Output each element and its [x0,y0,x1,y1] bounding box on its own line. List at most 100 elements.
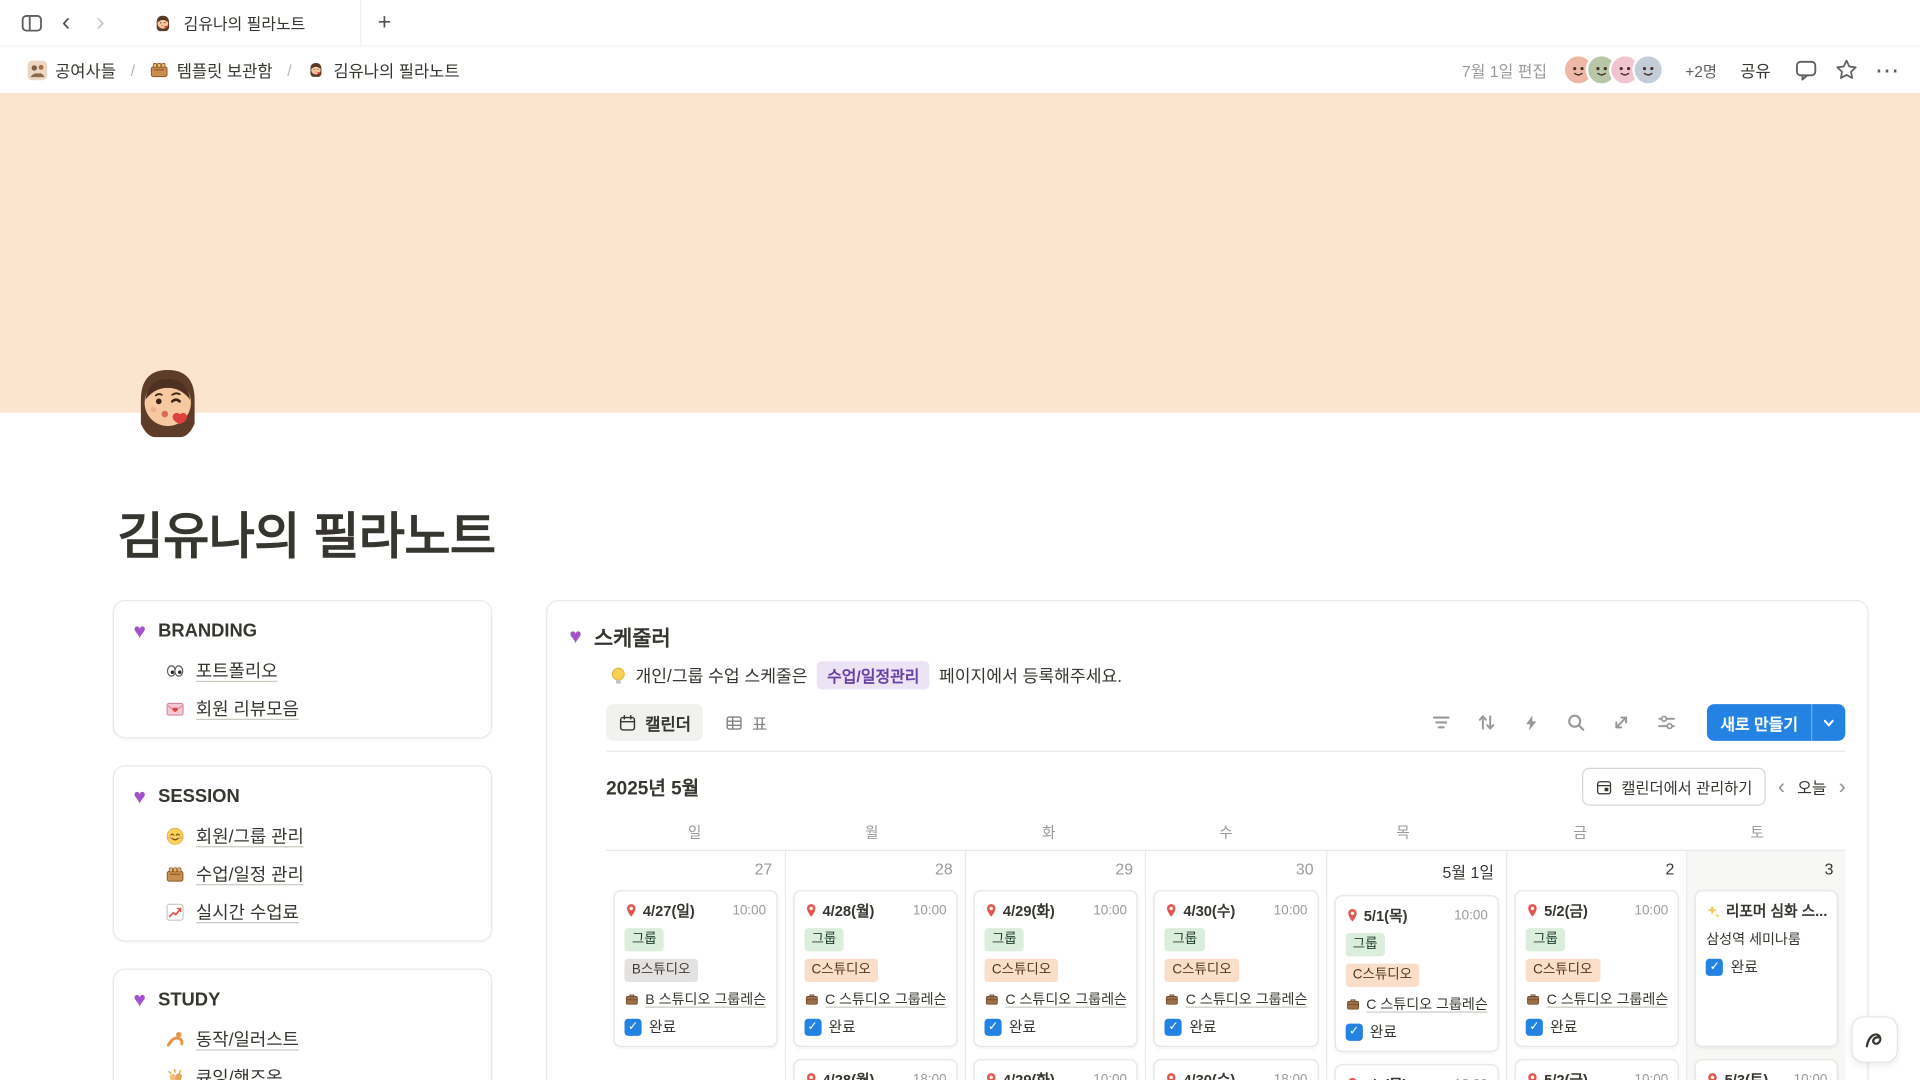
archive-box-icon [150,60,170,80]
date-number: 29 [971,851,1140,880]
page-icon-memoji[interactable] [120,355,216,451]
done-checkbox[interactable]: ✓ [1526,1018,1543,1035]
settings-sliders-icon[interactable] [1657,713,1677,733]
relation-link[interactable]: C 스튜디오 그룹레슨 [1526,989,1668,1009]
expand-icon[interactable] [1611,713,1631,733]
member-avatar[interactable] [1633,54,1665,86]
calendar-event[interactable]: 5/1(목) 10:00 그룹 C스튜디오 C 스튜디오 그룹레슨 ✓ [1334,895,1499,1052]
calendar-event[interactable]: 4/28(월) 18:00 그룹 [793,1059,958,1080]
sidebar-link-members[interactable]: 회원/그룹 관리 [165,817,471,855]
sidebar-toggle-icon[interactable] [15,6,49,40]
breadcrumb-current-page[interactable]: 김유나의 필라노트 [299,54,467,86]
schedule-page-link[interactable]: 수업/일정관리 [817,661,929,689]
breadcrumb-separator: / [287,61,291,79]
manage-in-calendar-button[interactable]: 캘린더에서 관리하기 [1582,768,1766,806]
relation-link[interactable]: B 스튜디오 그룹레슨 [624,989,766,1009]
favorite-star-icon[interactable] [1834,58,1858,82]
eyes-icon [165,661,185,681]
page-avatar [306,60,326,80]
calendar-event[interactable]: 4/30(수) 18:00 그룹 [1154,1059,1319,1080]
breadcrumb-current-page-label: 김유나의 필라노트 [333,58,459,82]
tab-title: 김유나의 필라노트 [184,11,306,34]
weekday-label: 화 [960,822,1137,843]
pin-icon [804,1071,817,1080]
member-avatar-stack[interactable] [1563,54,1665,86]
sidebar-link-cueing[interactable]: 큐잉/핸즈온 [165,1058,471,1080]
new-entry-button[interactable]: 새로 만들기 [1707,704,1846,741]
automation-bolt-icon[interactable] [1522,713,1540,731]
workspace-icon [27,59,48,80]
calendar-icon [618,713,636,731]
calendar-event[interactable]: 4/28(월) 10:00 그룹 C스튜디오 C 스튜디오 그룹레슨 ✓ [793,890,958,1047]
calendar-event[interactable]: 5/1(목) 18:00 그룹 [1334,1064,1499,1080]
today-button[interactable]: 오늘 [1797,775,1826,798]
date-number: 28 [791,851,960,880]
caret-down-icon[interactable] [1813,704,1846,741]
more-options-button[interactable]: ⋯ [1875,54,1901,85]
date-number: 30 [1151,851,1320,880]
comments-icon[interactable] [1794,58,1818,82]
prev-month-chevron[interactable]: ‹ [1778,776,1785,797]
tab-calendar-view[interactable]: 캘린더 [606,704,703,741]
sparkles-icon [1706,903,1721,918]
filter-icon[interactable] [1431,713,1451,733]
date-number: 5월 1일 [1332,851,1501,885]
calendar-day-column-saturday: 3 리포머 심화 스... 삼성역 세미나룸 ✓ 완료 [1688,851,1846,1080]
relation-link[interactable]: C 스튜디오 그룹레슨 [1345,994,1487,1014]
done-checkbox[interactable]: ✓ [1165,1018,1182,1035]
share-button[interactable]: 공유 [1733,53,1778,87]
breadcrumb-workspace[interactable]: 공여사들 [20,54,124,86]
view-toolbar: 새로 만들기 [1431,704,1845,741]
calendar-event[interactable]: 4/29(화) 10:00 그룹 C스튜디오 C 스튜디오 그룹레슨 ✓ [974,890,1139,1047]
done-checkbox[interactable]: ✓ [985,1018,1002,1035]
calendar-event[interactable]: 리포머 심화 스... 삼성역 세미나룸 ✓ 완료 [1695,890,1838,1047]
calendar-event[interactable]: 5/3(토) 10:00 그룹 [1695,1059,1838,1080]
view-tabs-row: 캘린더 표 새로 만들기 [606,704,1846,752]
sidebar-link-moves[interactable]: 동작/일러스트 [165,1020,471,1058]
briefcase-icon [1526,992,1541,1007]
tab-table-view[interactable]: 표 [713,704,780,741]
relation-link[interactable]: C 스튜디오 그룹레슨 [1165,989,1307,1009]
next-month-chevron[interactable]: › [1839,776,1846,797]
done-checkbox[interactable]: ✓ [804,1018,821,1035]
done-checkbox[interactable]: ✓ [1345,1023,1362,1040]
sort-icon[interactable] [1477,713,1497,733]
calendar-event[interactable]: 5/2(금) 10:00 그룹 [1515,1059,1680,1080]
extra-members-label[interactable]: +2명 [1685,58,1717,81]
search-icon[interactable] [1566,713,1586,733]
group-tag: 그룹 [1526,928,1565,952]
pin-icon [804,902,817,918]
weekday-label: 토 [1669,822,1846,843]
back-button[interactable]: ‹ [49,6,83,40]
done-checkbox[interactable]: ✓ [1706,958,1723,975]
pin-icon [985,902,998,918]
sidebar-link-tuition[interactable]: 실시간 수업료 [165,893,471,931]
studio-tag: C스튜디오 [1345,963,1419,987]
sidebar-link-portfolio[interactable]: 포트폴리오 [165,651,471,689]
calendar-day-column: 30 4/30(수) 10:00 그룹 C스튜디오 C 스튜디오 [1147,851,1327,1080]
calendar-event[interactable]: 5/2(금) 10:00 그룹 C스튜디오 C 스튜디오 그룹레슨 ✓ [1515,890,1680,1047]
page-tab[interactable]: 김유나의 필라노트 [135,0,362,46]
calendar-grid: 27 4/27(일) 10:00 그룹 B스튜디오 B 스튜디오 [606,850,1846,1080]
relation-link[interactable]: C 스튜디오 그룹레슨 [804,989,946,1009]
purple-heart-icon: ♥ [133,621,145,642]
group-tag: 그룹 [624,928,663,952]
done-checkbox[interactable]: ✓ [624,1018,641,1035]
relation-link[interactable]: C 스튜디오 그룹레슨 [985,989,1127,1009]
breadcrumb-template-archive[interactable]: 템플릿 보관함 [142,54,279,86]
calendar-event[interactable]: 4/30(수) 10:00 그룹 C스튜디오 C 스튜디오 그룹레슨 ✓ [1154,890,1319,1047]
new-entry-label[interactable]: 새로 만들기 [1707,704,1812,741]
callout-text: 페이지에서 등록해주세요. [939,663,1122,687]
purple-heart-icon: ♥ [569,626,581,647]
study-card: ♥ STUDY 동작/일러스트 큐잉/핸즈온 [113,969,493,1080]
sidebar-link-reviews[interactable]: 회원 리뷰모음 [165,689,471,727]
weekday-label: 금 [1492,822,1669,843]
new-tab-button[interactable]: + [361,6,395,40]
calendar-event[interactable]: 4/29(화) 10:00 그룹 [974,1059,1139,1080]
ai-assistant-button[interactable] [1851,1016,1898,1063]
forward-button[interactable]: › [83,6,117,40]
pin-icon [1526,902,1539,918]
pin-icon [985,1071,998,1080]
sidebar-link-schedule[interactable]: 수업/일정 관리 [165,855,471,893]
calendar-event[interactable]: 4/27(일) 10:00 그룹 B스튜디오 B 스튜디오 그룹레슨 ✓ [613,890,777,1047]
